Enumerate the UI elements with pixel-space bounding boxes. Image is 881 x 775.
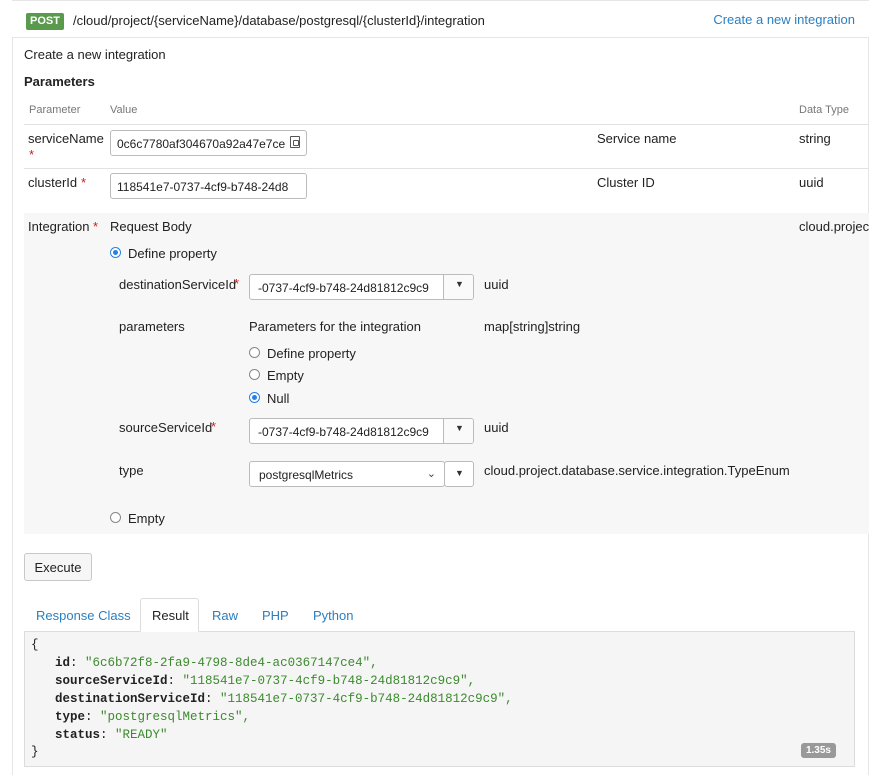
param-type-integration: cloud.projec	[799, 219, 870, 234]
column-header-parameter: Parameter	[29, 104, 81, 116]
required-marker: *	[211, 419, 217, 434]
field-type-type: cloud.project.database.service.integrati…	[484, 463, 790, 478]
tab-result-label: Result	[152, 608, 189, 623]
service-name-input[interactable]: 0c6c7780af304670a92a47e7ce	[110, 130, 307, 156]
param-name-cluster-id: clusterId	[28, 175, 78, 190]
parameters-null-radio[interactable]	[249, 392, 260, 403]
param-desc-integration: Request Body	[110, 219, 192, 234]
cluster-id-value: 118541e7-0737-4cf9-b748-24d8	[117, 180, 289, 194]
json-open-brace: {	[31, 638, 39, 652]
destination-dropdown-button[interactable]: ▼	[443, 275, 473, 299]
tab-php[interactable]: PHP	[262, 608, 289, 623]
column-header-data-type: Data Type	[799, 104, 849, 116]
tab-python[interactable]: Python	[313, 608, 353, 623]
execute-button[interactable]: Execute	[24, 553, 92, 581]
param-desc-service-name: Service name	[597, 131, 677, 146]
param-name-integration: Integration	[28, 219, 90, 234]
json-key: type	[55, 710, 86, 724]
required-marker: *	[93, 219, 99, 234]
source-service-id-value: -0737-4cf9-b748-24d81812c9c9	[258, 425, 429, 439]
parameters-empty-radio[interactable]	[249, 369, 260, 380]
type-select[interactable]: postgresqlMetrics ⌄	[249, 461, 445, 487]
json-key: status	[55, 728, 101, 742]
json-value: "6c6b72f8-2fa9-4798-8de4-ac0367147ce4",	[85, 656, 378, 670]
cluster-id-input[interactable]: 118541e7-0737-4cf9-b748-24d8	[110, 173, 307, 199]
operation-header[interactable]: POST /cloud/project/{serviceName}/databa…	[12, 0, 869, 38]
type-dropdown-button[interactable]: ▼	[444, 461, 474, 487]
tab-response-class[interactable]: Response Class	[36, 608, 131, 623]
chevron-down-icon: ⌄	[426, 468, 436, 480]
param-name-service-name: serviceName	[28, 131, 104, 146]
tab-raw[interactable]: Raw	[212, 608, 238, 623]
json-value: "118541e7-0737-4cf9-b748-24d81812c9c9",	[182, 674, 476, 688]
json-line: id: "6c6b72f8-2fa9-4798-8de4-ac0367147ce…	[55, 656, 378, 670]
operation-description: Create a new integration	[24, 47, 166, 62]
caret-down-icon: ▼	[455, 468, 464, 478]
source-service-id-combo[interactable]: -0737-4cf9-b748-24d81812c9c9 ▼	[249, 418, 474, 444]
column-header-value: Value	[110, 104, 138, 116]
field-name-type: type	[119, 463, 144, 478]
parameters-option-empty: Empty	[267, 368, 304, 383]
parameters-define-property-radio[interactable]	[249, 347, 260, 358]
param-desc-cluster-id: Cluster ID	[597, 175, 655, 190]
parameters-option-null: Null	[267, 391, 290, 406]
field-name-destination: destinationServiceId	[119, 277, 237, 292]
field-type-destination: uuid	[484, 277, 509, 292]
field-desc-parameters: Parameters for the integration	[249, 319, 421, 334]
required-marker: *	[81, 175, 87, 190]
param-type-service-name: string	[799, 131, 831, 146]
type-select-value: postgresqlMetrics	[259, 468, 354, 482]
caret-down-icon: ▼	[455, 423, 464, 433]
integration-empty-radio[interactable]	[110, 512, 121, 523]
define-property-label: Define property	[128, 246, 217, 261]
row-divider	[24, 168, 869, 169]
param-type-cluster-id: uuid	[799, 175, 824, 190]
caret-down-icon: ▼	[455, 279, 464, 289]
result-panel[interactable]: { id: "6c6b72f8-2fa9-4798-8de4-ac0367147…	[24, 632, 855, 767]
json-line: destinationServiceId: "118541e7-0737-4cf…	[55, 692, 513, 706]
field-name-source: sourceServiceId	[119, 420, 213, 435]
required-marker: *	[29, 147, 35, 162]
parameters-option-define-property: Define property	[267, 346, 356, 361]
destination-service-id-value: -0737-4cf9-b748-24d81812c9c9	[258, 281, 429, 295]
parameters-title: Parameters	[24, 74, 95, 89]
method-badge: POST	[26, 13, 64, 30]
json-key: id	[55, 656, 71, 670]
field-name-parameters: parameters	[119, 319, 185, 334]
json-value: "READY"	[115, 728, 168, 742]
json-key: sourceServiceId	[55, 674, 168, 688]
json-value: "118541e7-0737-4cf9-b748-24d81812c9c9",	[220, 692, 513, 706]
required-marker: *	[234, 276, 240, 291]
json-close-brace: }	[31, 745, 39, 759]
service-name-value: 0c6c7780af304670a92a47e7ce	[117, 137, 286, 151]
field-type-parameters: map[string]string	[484, 319, 581, 334]
tab-result[interactable]: Result	[140, 598, 199, 632]
integration-empty-label: Empty	[128, 511, 165, 526]
response-time-badge: 1.35s	[800, 743, 836, 758]
row-divider	[24, 124, 869, 125]
json-key: destinationServiceId	[55, 692, 206, 706]
json-line: status: "READY"	[55, 728, 168, 742]
json-value: "postgresqlMetrics",	[100, 710, 251, 724]
endpoint-path[interactable]: /cloud/project/{serviceName}/database/po…	[73, 13, 485, 28]
autofill-icon[interactable]	[290, 136, 300, 148]
json-line: type: "postgresqlMetrics",	[55, 710, 251, 724]
field-type-source: uuid	[484, 420, 509, 435]
source-dropdown-button[interactable]: ▼	[443, 419, 473, 443]
define-property-radio[interactable]	[110, 247, 121, 258]
destination-service-id-combo[interactable]: -0737-4cf9-b748-24d81812c9c9 ▼	[249, 274, 474, 300]
summary-link[interactable]: Create a new integration	[713, 12, 855, 27]
json-line: sourceServiceId: "118541e7-0737-4cf9-b74…	[55, 674, 476, 688]
